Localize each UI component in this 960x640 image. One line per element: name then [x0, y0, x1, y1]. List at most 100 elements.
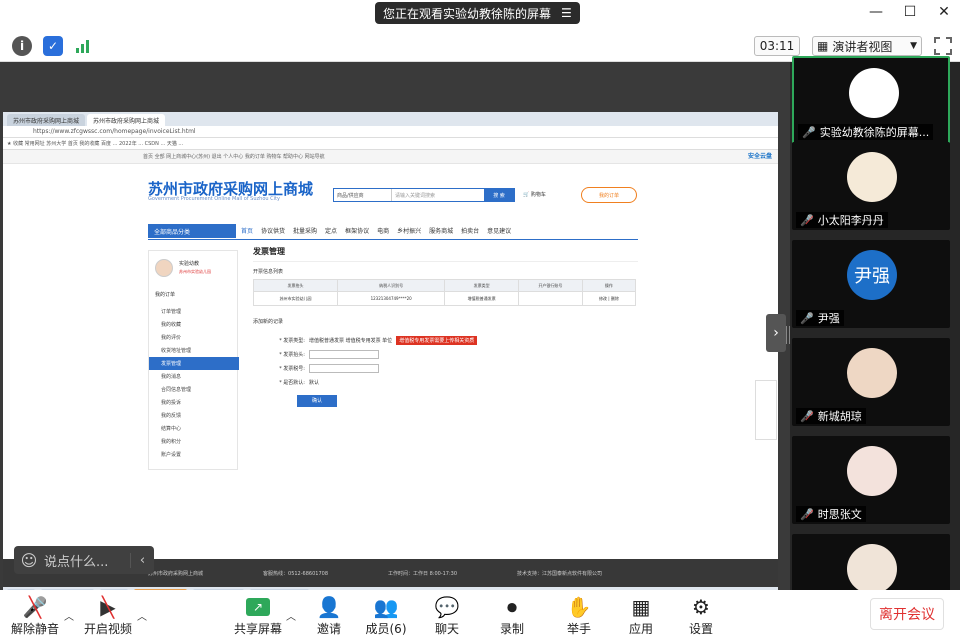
minimize-icon[interactable]: — [866, 4, 886, 20]
share-banner-text: 您正在观看实验幼教徐陈的屏幕 [383, 6, 552, 21]
chat-quick-input[interactable]: ☺ 说点什么... ‹ [14, 546, 154, 574]
site-my-orders-button: 我的订单 [581, 187, 637, 203]
shield-icon[interactable]: ✓ [43, 36, 63, 56]
participant-tile[interactable]: 尹强 🎤 尹强 [792, 240, 950, 328]
chat-button[interactable]: 💬 聊天 [417, 594, 477, 637]
site-nav-item: 定点 [325, 228, 338, 235]
participant-tile[interactable]: 🎤̸ 新城胡琼 [792, 338, 950, 426]
apps-button[interactable]: ▦ 应用 [611, 594, 671, 637]
site-search-input: 请输入关键词搜索 [395, 193, 436, 199]
view-mode-button[interactable]: ▦ 演讲者视图 ▼ [812, 36, 922, 56]
share-screen-icon: ↗ [228, 594, 288, 620]
site-search-select: 商品/供应商 [334, 189, 392, 201]
video-options-caret[interactable]: ︿ [137, 608, 147, 623]
participant-tile[interactable]: 🎤̸ 时思张文 [792, 436, 950, 524]
record-button[interactable]: ⏺ 录制 [482, 594, 542, 637]
side-menu-item: 账户设置 [161, 452, 182, 458]
chat-label: 聊天 [434, 622, 459, 636]
browser-url[interactable]: https://www.zfcgwssc.com/homepage/invoic… [3, 126, 778, 138]
site-nav-item: 服务商城 [429, 228, 454, 235]
site-nav-items: 首页 协议供货 批量采购 定点 框架协议 电商 乡村振兴 服务商城 拍卖台 意见建议 [241, 226, 511, 235]
chevron-left-icon[interactable]: ‹ [130, 552, 154, 568]
side-menu: 订单管理 我的收藏 我的评价 收货地址管理 发票管理 我的消息 合同信息管理 我的投诉 我的反馈… [149, 305, 239, 461]
site-footer-item: 苏州市政府采购网上商城 [148, 570, 204, 577]
browser-tabs: 苏州市政府采购网上商城 苏州市政府采购网上商城 [3, 112, 778, 126]
unmute-button[interactable]: 🎤 ╲ 解除静音 [5, 594, 65, 637]
site-nav-item: 乡村振兴 [397, 228, 422, 235]
emoji-icon[interactable]: ☺ [14, 551, 44, 570]
participant-name: 新城胡琼 [817, 410, 862, 423]
leave-meeting-button[interactable]: 离开会议 [870, 598, 944, 630]
maximize-icon[interactable]: ☐ [900, 4, 920, 20]
invoice-table-cell: 增值税普通发票 [444, 291, 520, 306]
bottom-control-bar: 🎤 ╲ 解除静音 ︿ ▶ ╲ 开启视频 ︿ ↗ 共享屏幕 ︿ 👤 邀请 👥 成员(6… [0, 590, 960, 640]
site-nav-item: 协议供货 [261, 228, 286, 235]
unmute-label: 解除静音 [10, 622, 59, 636]
start-video-button[interactable]: ▶ ╲ 开启视频 [78, 594, 138, 637]
participant-name: 时思张文 [817, 508, 862, 521]
invoice-table-cell: 苏州市实验幼儿园 [252, 291, 339, 306]
invoice-page-title: 发票管理 [253, 246, 638, 262]
form-title-label: * 发票抬头: [279, 351, 305, 358]
share-options-caret[interactable]: ︿ [286, 608, 296, 623]
raise-hand-button[interactable]: ✋ 举手 [549, 594, 609, 637]
site-main: 发票管理 开票信息列表 发票抬头 纳税人识别号 发票类型 开户银行账号 操作 苏州市实验… [252, 246, 638, 407]
signal-icon[interactable] [73, 36, 93, 56]
meeting-timer: 03:11 [754, 36, 800, 56]
site-nav-item: 框架协议 [345, 228, 370, 235]
side-menu-item: 我的积分 [161, 439, 182, 445]
view-mode-label: 演讲者视图 [832, 39, 893, 54]
mic-muted-icon: 🎤̸ [800, 409, 814, 423]
members-label: 成员(6) [365, 622, 407, 636]
close-icon[interactable]: ✕ [934, 4, 954, 20]
share-screen-button[interactable]: ↗ 共享屏幕 [228, 594, 288, 637]
side-menu-item: 我的投诉 [161, 400, 182, 406]
title-bar: 您正在观看实验幼教徐陈的屏幕 ☰ — ☐ ✕ [0, 0, 960, 30]
browser-tab-active[interactable]: 苏州市政府采购网上商城 [87, 114, 166, 126]
collapse-panel-button[interactable]: › [766, 314, 786, 352]
site-nav-item: 意见建议 [487, 228, 512, 235]
invoice-table-header-cell: 发票抬头 [252, 279, 339, 292]
site-nav-item: 首页 [241, 228, 254, 235]
video-off-icon: ▶ ╲ [100, 595, 116, 619]
invite-button[interactable]: 👤 邀请 [299, 594, 359, 637]
audio-options-caret[interactable]: ︿ [64, 608, 74, 623]
add-person-icon: 👤 [316, 595, 342, 619]
add-record-title: 添加新的记录 [253, 319, 284, 325]
participant-name: 小太阳李丹丹 [817, 214, 884, 227]
start-video-label: 开启视频 [83, 622, 132, 636]
settings-button[interactable]: ⚙ 设置 [671, 594, 731, 637]
mic-muted-icon: 🎤 ╲ [22, 595, 48, 619]
form-default-label: * 是否默认: [279, 379, 305, 386]
menu-icon[interactable]: ☰ [561, 6, 572, 20]
side-menu-item: 我的收藏 [161, 322, 182, 328]
site-nav-item: 批量采购 [293, 228, 318, 235]
members-button[interactable]: 👥 成员(6) [356, 594, 416, 637]
participant-tile[interactable]: 🎤 实验幼教徐陈的屏幕... [792, 56, 950, 144]
mic-icon: 🎤 [800, 311, 814, 325]
form-type-label: * 发票类型: [279, 337, 305, 344]
side-section-title: 我的订单 [155, 292, 176, 298]
site-footer-item: 客服热线：0512-68601708 [263, 570, 328, 577]
site-body: 实验幼教 苏州市实验幼儿园 我的订单 订单管理 我的收藏 我的评价 收货地址管理 发票管… [3, 240, 778, 480]
participant-avatar [849, 68, 899, 118]
side-menu-item: 订单管理 [161, 309, 182, 315]
apps-label: 应用 [628, 622, 653, 636]
participant-avatar: 尹强 [847, 250, 897, 300]
table-row: 苏州市实验幼儿园 12321304749****20 增值税普通发票 修改 | 删除 [252, 291, 637, 306]
browser-bookmarks: ★ 收藏 常用网址 苏州大学 首页 我的收藏 百度 ... 2022年 ... … [3, 138, 778, 150]
fullscreen-icon[interactable] [934, 37, 952, 55]
participant-tile[interactable]: 🎤̸ 小太阳李丹丹 [792, 142, 950, 230]
cart-icon: 🛒 [523, 192, 530, 198]
shared-screen: 苏州市政府采购网上商城 苏州市政府采购网上商城 https://www.zfcg… [3, 112, 778, 617]
side-menu-item: 结算中心 [161, 426, 182, 432]
float-toolbar [755, 380, 777, 440]
browser-tab[interactable]: 苏州市政府采购网上商城 [7, 114, 86, 126]
side-menu-item: 发票管理 [149, 357, 239, 370]
site-footer-item: 技术支持：江苏国泰新点软件有限公司 [517, 570, 603, 577]
info-icon[interactable]: i [12, 36, 32, 56]
participant-name-bar: 🎤 尹强 [796, 310, 844, 326]
participant-panel: 🎤 实验幼教徐陈的屏幕... 🎤̸ 小太阳李丹丹 尹强 🎤 尹强 🎤̸ 新城胡琼 🎤̸ 时思张文 [790, 56, 960, 622]
invoice-table-header-cell: 开户银行账号 [518, 279, 583, 292]
invoice-list-title: 开票信息列表 [253, 269, 284, 275]
